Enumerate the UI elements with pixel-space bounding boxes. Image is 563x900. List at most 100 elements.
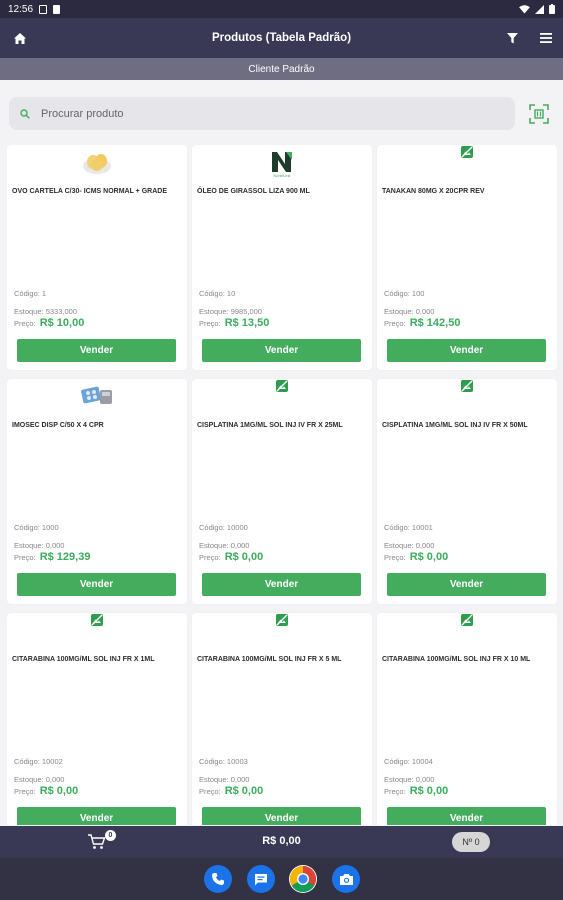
- product-name: OVO CARTELA C/30- ICMS NORMAL + GRADE: [12, 188, 167, 195]
- product-card[interactable]: CISPLATINA 1MG/ML SOL INJ IV FR X 25ML Có…: [192, 379, 372, 604]
- product-stock: Estoque: 0,000: [199, 775, 250, 784]
- status-bar: 12:56: [0, 0, 563, 18]
- status-time: 12:56: [8, 3, 34, 15]
- product-price: R$ 142,50: [409, 317, 461, 329]
- product-stock: Estoque: 9985,000: [199, 307, 262, 316]
- sell-button[interactable]: Vender: [387, 339, 546, 362]
- product-price: R$ 0,00: [409, 551, 449, 563]
- product-code: Código: 10002: [14, 757, 63, 766]
- product-code: Código: 1000: [14, 523, 59, 532]
- price-row: Preço: R$ 13,50: [199, 317, 269, 329]
- signal-icon: [535, 4, 544, 14]
- phone-icon[interactable]: [204, 865, 232, 893]
- client-bar[interactable]: Cliente Padrão: [0, 58, 563, 80]
- client-name: Cliente Padrão: [248, 63, 315, 75]
- price-row: Preço: R$ 10,00: [14, 317, 84, 329]
- product-name: ÓLEO DE GIRASSOL LIZA 900 ML: [197, 188, 310, 195]
- no-image-icon: [377, 379, 557, 407]
- pills-image: [7, 384, 187, 412]
- app-bar: Produtos (Tabela Padrão): [0, 18, 563, 58]
- product-card[interactable]: NorteLink ÓLEO DE GIRASSOL LIZA 900 ML Cód…: [192, 145, 372, 370]
- product-price: R$ 0,00: [409, 785, 449, 797]
- product-name: TANAKAN 80MG X 20CPR REV: [382, 188, 485, 195]
- messages-icon[interactable]: [247, 865, 275, 893]
- product-name: CITARABINA 100MG/ML SOL INJ FR X 1ML: [12, 656, 155, 663]
- page-title: Produtos (Tabela Padrão): [211, 32, 352, 44]
- product-price: R$ 0,00: [224, 785, 264, 797]
- sell-button[interactable]: Vender: [202, 807, 361, 825]
- price-row: Preço: R$ 142,50: [384, 317, 460, 329]
- notification-icon: [39, 4, 48, 14]
- search-box: [9, 97, 515, 130]
- price-label: Preço:: [384, 787, 406, 796]
- filter-icon[interactable]: [502, 28, 522, 48]
- no-image-icon: [192, 613, 372, 641]
- price-row: Preço: R$ 0,00: [14, 785, 78, 797]
- price-label: Preço:: [199, 319, 221, 328]
- eggs-image: [7, 150, 187, 178]
- product-grid: OVO CARTELA C/30- ICMS NORMAL + GRADE Cód…: [7, 145, 557, 825]
- product-code: Código: 10003: [199, 757, 248, 766]
- product-card[interactable]: TANAKAN 80MG X 20CPR REV Código: 100 Estoq…: [377, 145, 557, 370]
- product-stock: Estoque: 0,000: [384, 541, 435, 550]
- price-label: Preço:: [14, 787, 36, 796]
- product-code: Código: 10004: [384, 757, 433, 766]
- product-price: R$ 13,50: [224, 317, 270, 329]
- menu-icon[interactable]: [536, 28, 556, 48]
- search-input[interactable]: [41, 107, 461, 120]
- product-card[interactable]: CITARABINA 100MG/ML SOL INJ FR X 1ML Códi…: [7, 613, 187, 825]
- product-card[interactable]: OVO CARTELA C/30- ICMS NORMAL + GRADE Cód…: [7, 145, 187, 370]
- price-row: Preço: R$ 0,00: [384, 551, 448, 563]
- price-row: Preço: R$ 0,00: [199, 785, 263, 797]
- wifi-icon: [519, 4, 530, 14]
- product-card[interactable]: CITARABINA 100MG/ML SOL INJ FR X 5 ML Cód…: [192, 613, 372, 825]
- no-image-icon: [377, 145, 557, 173]
- product-price: R$ 0,00: [224, 551, 264, 563]
- order-number-chip[interactable]: Nº 0: [452, 832, 490, 852]
- product-price: R$ 0,00: [39, 785, 79, 797]
- product-card[interactable]: CITARABINA 100MG/ML SOL INJ FR X 10 ML Có…: [377, 613, 557, 825]
- camera-icon[interactable]: [332, 865, 360, 893]
- product-stock: Estoque: 0,000: [14, 541, 65, 550]
- sell-button[interactable]: Vender: [202, 339, 361, 362]
- product-name: CITARABINA 100MG/ML SOL INJ FR X 5 ML: [197, 656, 342, 663]
- price-label: Preço:: [384, 319, 406, 328]
- no-image-icon: [7, 613, 187, 641]
- product-card[interactable]: CISPLATINA 1MG/ML SOL INJ IV FR X 50ML Có…: [377, 379, 557, 604]
- sell-button[interactable]: Vender: [387, 807, 546, 825]
- svg-text:NorteLink: NorteLink: [273, 173, 290, 178]
- price-label: Preço:: [199, 787, 221, 796]
- product-code: Código: 10001: [384, 523, 433, 532]
- product-name: CISPLATINA 1MG/ML SOL INJ IV FR X 50ML: [382, 422, 528, 429]
- sell-button[interactable]: Vender: [202, 573, 361, 596]
- product-name: CITARABINA 100MG/ML SOL INJ FR X 10 ML: [382, 656, 531, 663]
- no-image-icon: [377, 613, 557, 641]
- sell-button[interactable]: Vender: [17, 807, 176, 825]
- product-code: Código: 10: [199, 289, 236, 298]
- no-image-icon: [192, 379, 372, 407]
- price-label: Preço:: [384, 553, 406, 562]
- nortelink-logo: NorteLink: [192, 150, 372, 178]
- product-code: Código: 1: [14, 289, 47, 298]
- system-nav-bar: [0, 858, 563, 900]
- sell-button[interactable]: Vender: [387, 573, 546, 596]
- price-row: Preço: R$ 129,39: [14, 551, 90, 563]
- product-name: CISPLATINA 1MG/ML SOL INJ IV FR X 25ML: [197, 422, 343, 429]
- price-label: Preço:: [14, 553, 36, 562]
- product-stock: Estoque: 0,000: [384, 307, 435, 316]
- product-price: R$ 10,00: [39, 317, 85, 329]
- price-label: Preço:: [199, 553, 221, 562]
- sell-button[interactable]: Vender: [17, 339, 176, 362]
- price-row: Preço: R$ 0,00: [384, 785, 448, 797]
- product-code: Código: 100: [384, 289, 425, 298]
- search-icon: [20, 108, 30, 119]
- product-stock: Estoque: 0,000: [384, 775, 435, 784]
- barcode-scan-icon[interactable]: [528, 103, 550, 125]
- product-stock: Estoque: 0,000: [199, 541, 250, 550]
- product-name: IMOSEC DISP C/50 X 4 CPR: [12, 422, 104, 429]
- price-row: Preço: R$ 0,00: [199, 551, 263, 563]
- chrome-icon[interactable]: [289, 865, 317, 893]
- sell-button[interactable]: Vender: [17, 573, 176, 596]
- product-code: Código: 10000: [199, 523, 248, 532]
- product-card[interactable]: IMOSEC DISP C/50 X 4 CPR Código: 1000 Esto…: [7, 379, 187, 604]
